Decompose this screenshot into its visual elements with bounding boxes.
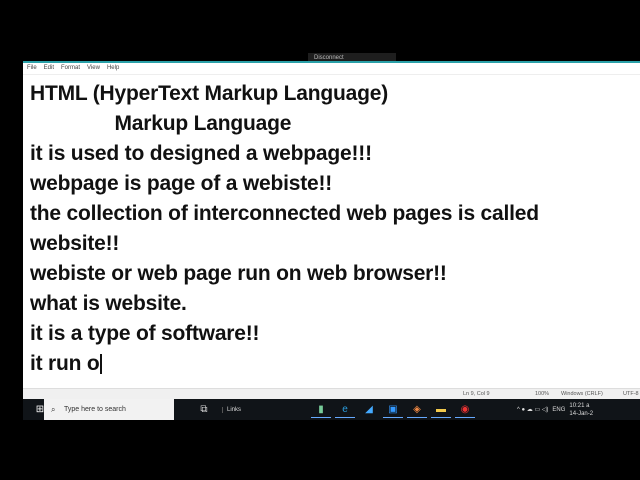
menu-edit[interactable]: Edit: [44, 63, 54, 73]
text-line: website!!: [30, 232, 120, 255]
system-tray-icons[interactable]: ^ ● ☁ ▭ ◁): [517, 406, 548, 413]
text-line: what is website.: [30, 292, 187, 315]
text-line: it is a type of software!!: [30, 322, 260, 345]
notepad-app-icon[interactable]: ▮: [311, 402, 332, 418]
text-line-current: it run o: [30, 349, 640, 379]
search-placeholder: Type here to search: [64, 406, 126, 413]
text-line: webpage is page of a webiste!!: [30, 172, 333, 195]
text-line: HTML (HyperText Markup Language): [30, 82, 389, 105]
notepad-window: File Edit Format View Help HTML (HyperTe…: [23, 61, 640, 399]
time: 10:21 a: [569, 402, 590, 409]
task-view-icon[interactable]: ⧉: [194, 402, 214, 418]
menu-help[interactable]: Help: [107, 63, 119, 73]
photos-icon[interactable]: ▣: [383, 402, 404, 418]
cursor-position: Ln 9, Col 9: [463, 391, 490, 397]
status-bar: Ln 9, Col 9 100% Windows (CRLF) UTF-8: [23, 388, 640, 399]
edge-icon[interactable]: e: [335, 402, 356, 418]
date: 14-Jan-2: [569, 410, 594, 417]
taskbar: ⊞ ⌕ Type here to search ⧉ Links ▮ e ◢ ▣ ◈…: [23, 399, 640, 420]
zoom-level: 100%: [535, 391, 550, 397]
menu-view[interactable]: View: [87, 63, 100, 73]
menu-bar: File Edit Format View Help: [23, 63, 640, 73]
language-indicator[interactable]: ENG: [552, 407, 565, 413]
file-explorer-icon[interactable]: ▬: [431, 402, 452, 418]
line-ending: Windows (CRLF): [561, 391, 603, 397]
text-caret: [99, 354, 102, 375]
text-editor[interactable]: HTML (HyperText Markup Language) Markup …: [23, 74, 640, 389]
text-line: Markup Language: [30, 112, 292, 135]
search-icon: ⌕: [51, 405, 56, 414]
text-line-content: it run o: [30, 352, 100, 375]
text-line: it is used to designed a webpage!!!: [30, 142, 372, 165]
links-toolbar[interactable]: Links: [222, 406, 241, 413]
app-icon[interactable]: ◢: [359, 402, 379, 418]
search-box[interactable]: ⌕ Type here to search: [44, 399, 174, 420]
menu-file[interactable]: File: [27, 63, 37, 73]
encoding: UTF-8: [623, 391, 639, 397]
recorder-icon[interactable]: ◉: [455, 402, 476, 418]
text-line: webiste or web page run on web browser!!: [30, 262, 447, 285]
text-line: the collection of interconnected web pag…: [30, 202, 539, 225]
app-icon[interactable]: ◈: [407, 402, 428, 418]
menu-format[interactable]: Format: [61, 63, 80, 73]
clock[interactable]: 10:21 a 14-Jan-2: [569, 402, 593, 418]
